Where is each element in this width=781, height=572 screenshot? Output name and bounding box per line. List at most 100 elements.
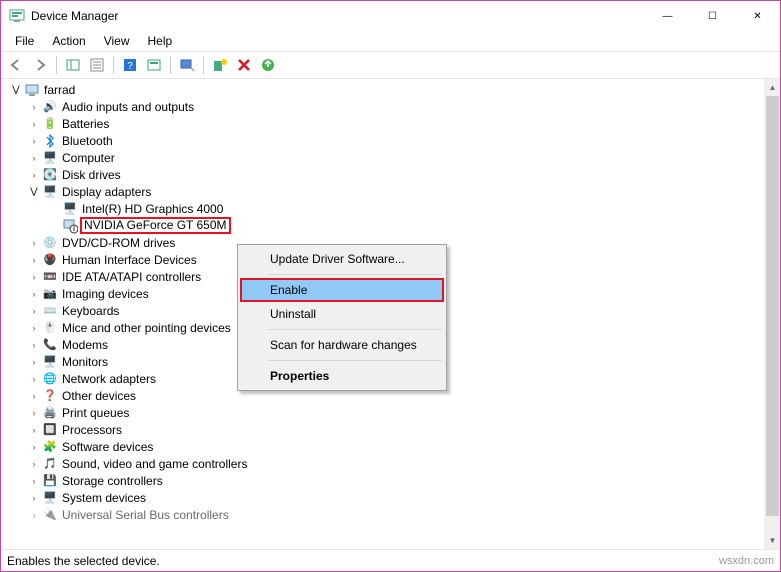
pc-icon: 🖥️ xyxy=(42,150,58,166)
menu-action[interactable]: Action xyxy=(44,32,93,50)
update-driver-button[interactable] xyxy=(257,54,279,76)
app-icon xyxy=(9,8,25,24)
content-area: ⋁ farrad ›🔊Audio inputs and outputs ›🔋Ba… xyxy=(1,79,780,549)
expand-icon[interactable]: › xyxy=(27,287,41,301)
properties-button[interactable] xyxy=(86,54,108,76)
tree-root[interactable]: ⋁ farrad xyxy=(5,81,763,98)
context-uninstall[interactable]: Uninstall xyxy=(240,302,444,326)
tree-label: Software devices xyxy=(62,440,153,454)
bluetooth-icon xyxy=(42,133,58,149)
context-menu: Update Driver Software... Enable Uninsta… xyxy=(237,244,447,391)
other-icon: ❓ xyxy=(42,388,58,404)
titlebar: Device Manager — ☐ ✕ xyxy=(1,1,780,31)
expand-icon[interactable]: › xyxy=(27,270,41,284)
close-button[interactable]: ✕ xyxy=(735,1,780,31)
expand-icon[interactable]: › xyxy=(27,117,41,131)
expand-icon[interactable]: › xyxy=(27,355,41,369)
tree-item-disk[interactable]: ›💽Disk drives xyxy=(5,166,763,183)
scroll-down-button[interactable]: ▼ xyxy=(764,532,781,549)
enable-device-button[interactable] xyxy=(209,54,231,76)
expand-icon[interactable]: › xyxy=(27,440,41,454)
tree-label: Universal Serial Bus controllers xyxy=(62,508,229,522)
tree-label: DVD/CD-ROM drives xyxy=(62,236,175,250)
scroll-up-button[interactable]: ▲ xyxy=(764,79,781,96)
context-enable[interactable]: Enable xyxy=(240,278,444,302)
help-button[interactable]: ? xyxy=(119,54,141,76)
collapse-icon[interactable]: ⋁ xyxy=(27,185,41,199)
expand-icon[interactable]: › xyxy=(27,236,41,250)
menu-view[interactable]: View xyxy=(96,32,138,50)
tree-label: Print queues xyxy=(62,406,129,420)
tree-label: Mice and other pointing devices xyxy=(62,321,231,335)
expand-icon[interactable]: › xyxy=(27,389,41,403)
tree-label: Storage controllers xyxy=(62,474,163,488)
system-icon: 🖥️ xyxy=(42,490,58,506)
tree-item-sound[interactable]: ›🎵 Sound, video and game controllers xyxy=(5,455,763,472)
tree-item-system[interactable]: ›🖥️System devices xyxy=(5,489,763,506)
expand-icon[interactable]: › xyxy=(27,372,41,386)
context-properties[interactable]: Properties xyxy=(240,364,444,388)
tree-item-processors[interactable]: ›🔲Processors xyxy=(5,421,763,438)
tree-item-bluetooth[interactable]: ›Bluetooth xyxy=(5,132,763,149)
tree-label: Intel(R) HD Graphics 4000 xyxy=(82,202,223,216)
tree-item-storage[interactable]: ›💾Storage controllers xyxy=(5,472,763,489)
dvd-icon: 💿 xyxy=(42,235,58,251)
menubar: File Action View Help xyxy=(1,31,780,51)
expand-icon[interactable]: › xyxy=(27,457,41,471)
uninstall-button[interactable] xyxy=(233,54,255,76)
back-button[interactable] xyxy=(5,54,27,76)
tree-item-print[interactable]: ›🖨️Print queues xyxy=(5,404,763,421)
tree-label: Modems xyxy=(62,338,108,352)
toolbar-icon-1[interactable] xyxy=(143,54,165,76)
tree-label: Human Interface Devices xyxy=(62,253,197,267)
context-update-driver[interactable]: Update Driver Software... xyxy=(240,247,444,271)
sound-icon: 🎵 xyxy=(42,456,58,472)
expand-icon[interactable]: › xyxy=(27,406,41,420)
display-disabled-icon xyxy=(62,218,78,234)
network-icon: 🌐 xyxy=(42,371,58,387)
expand-icon[interactable]: › xyxy=(27,474,41,488)
tree-item-display-adapters[interactable]: ⋁🖥️Display adapters xyxy=(5,183,763,200)
expand-icon[interactable]: › xyxy=(27,100,41,114)
tree-label: Sound, video and game controllers xyxy=(62,457,247,471)
tree-root-label: farrad xyxy=(44,83,75,97)
expand-icon[interactable]: › xyxy=(27,253,41,267)
expand-icon[interactable]: › xyxy=(27,321,41,335)
watermark: wsxdn.com xyxy=(719,555,774,567)
tree-item-batteries[interactable]: ›🔋Batteries xyxy=(5,115,763,132)
selected-device-highlight: NVIDIA GeForce GT 650M xyxy=(80,217,231,234)
tree-item-intel-graphics[interactable]: 🖥️Intel(R) HD Graphics 4000 xyxy=(5,200,763,217)
cpu-icon: 🔲 xyxy=(42,422,58,438)
tree-label: Audio inputs and outputs xyxy=(62,100,194,114)
tree-item-computer[interactable]: ›🖥️Computer xyxy=(5,149,763,166)
tree-label: NVIDIA GeForce GT 650M xyxy=(84,219,227,232)
expand-icon[interactable]: › xyxy=(27,423,41,437)
expand-icon[interactable]: › xyxy=(27,151,41,165)
forward-button[interactable] xyxy=(29,54,51,76)
scroll-thumb[interactable] xyxy=(766,96,779,516)
tree-item-software[interactable]: ›🧩Software devices xyxy=(5,438,763,455)
display-icon: 🖥️ xyxy=(42,184,58,200)
expand-icon[interactable]: › xyxy=(27,134,41,148)
menu-file[interactable]: File xyxy=(7,32,42,50)
expand-icon[interactable]: › xyxy=(27,491,41,505)
tree-item-audio[interactable]: ›🔊Audio inputs and outputs xyxy=(5,98,763,115)
expand-icon[interactable]: › xyxy=(27,338,41,352)
expand-icon[interactable]: › xyxy=(27,508,41,522)
collapse-icon[interactable]: ⋁ xyxy=(9,83,23,97)
show-hide-tree-button[interactable] xyxy=(62,54,84,76)
menu-help[interactable]: Help xyxy=(140,32,181,50)
minimize-button[interactable]: — xyxy=(645,1,690,31)
tree-item-usb[interactable]: ›🔌Universal Serial Bus controllers xyxy=(5,506,763,523)
status-text: Enables the selected device. xyxy=(7,554,160,568)
expand-icon[interactable]: › xyxy=(27,168,41,182)
tree-label: IDE ATA/ATAPI controllers xyxy=(62,270,201,284)
maximize-button[interactable]: ☐ xyxy=(690,1,735,31)
tree-label: Monitors xyxy=(62,355,108,369)
tree-item-nvidia-graphics[interactable]: NVIDIA GeForce GT 650M xyxy=(5,217,763,234)
vertical-scrollbar[interactable]: ▲ ▼ xyxy=(763,79,780,549)
scan-hardware-button[interactable] xyxy=(176,54,198,76)
expand-icon[interactable]: › xyxy=(27,304,41,318)
context-scan-hardware[interactable]: Scan for hardware changes xyxy=(240,333,444,357)
device-tree[interactable]: ⋁ farrad ›🔊Audio inputs and outputs ›🔋Ba… xyxy=(1,79,763,549)
